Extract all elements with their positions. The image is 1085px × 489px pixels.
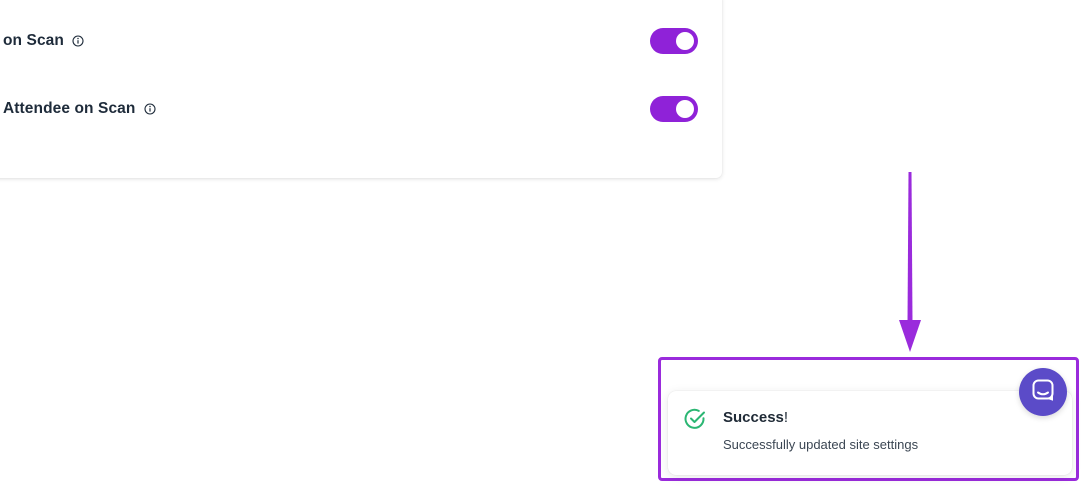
toggle-knob: [676, 100, 694, 118]
toast-message: Successfully updated site settings: [723, 437, 919, 452]
chat-bubble-icon: [1031, 378, 1055, 407]
setting-label: al Attendee on Scan: [0, 100, 156, 118]
setting-label-text: rder on Scan: [0, 32, 64, 49]
info-circle-icon[interactable]: [72, 35, 85, 48]
toast-title: Success!: [723, 409, 788, 426]
annotation-arrow: [899, 172, 921, 352]
toast-title-suffix: !: [783, 409, 789, 426]
toggle-knob: [676, 32, 694, 50]
check-circle-icon: [683, 407, 707, 431]
setting-row: rder on Scan: [0, 26, 722, 56]
page: rder on Scan al Attendee on Scan: [0, 0, 1085, 489]
info-circle-icon[interactable]: [143, 103, 156, 116]
success-toast: Success! Successfully updated site setti…: [668, 391, 1072, 475]
settings-card: rder on Scan al Attendee on Scan: [0, 0, 722, 178]
toggle-switch[interactable]: [650, 96, 698, 122]
setting-label-text: al Attendee on Scan: [0, 100, 136, 117]
setting-label: rder on Scan: [0, 32, 85, 50]
toast-title-text: Success: [723, 409, 784, 426]
chat-launcher-button[interactable]: [1019, 368, 1067, 416]
setting-row: al Attendee on Scan: [0, 94, 722, 124]
toggle-switch[interactable]: [650, 28, 698, 54]
